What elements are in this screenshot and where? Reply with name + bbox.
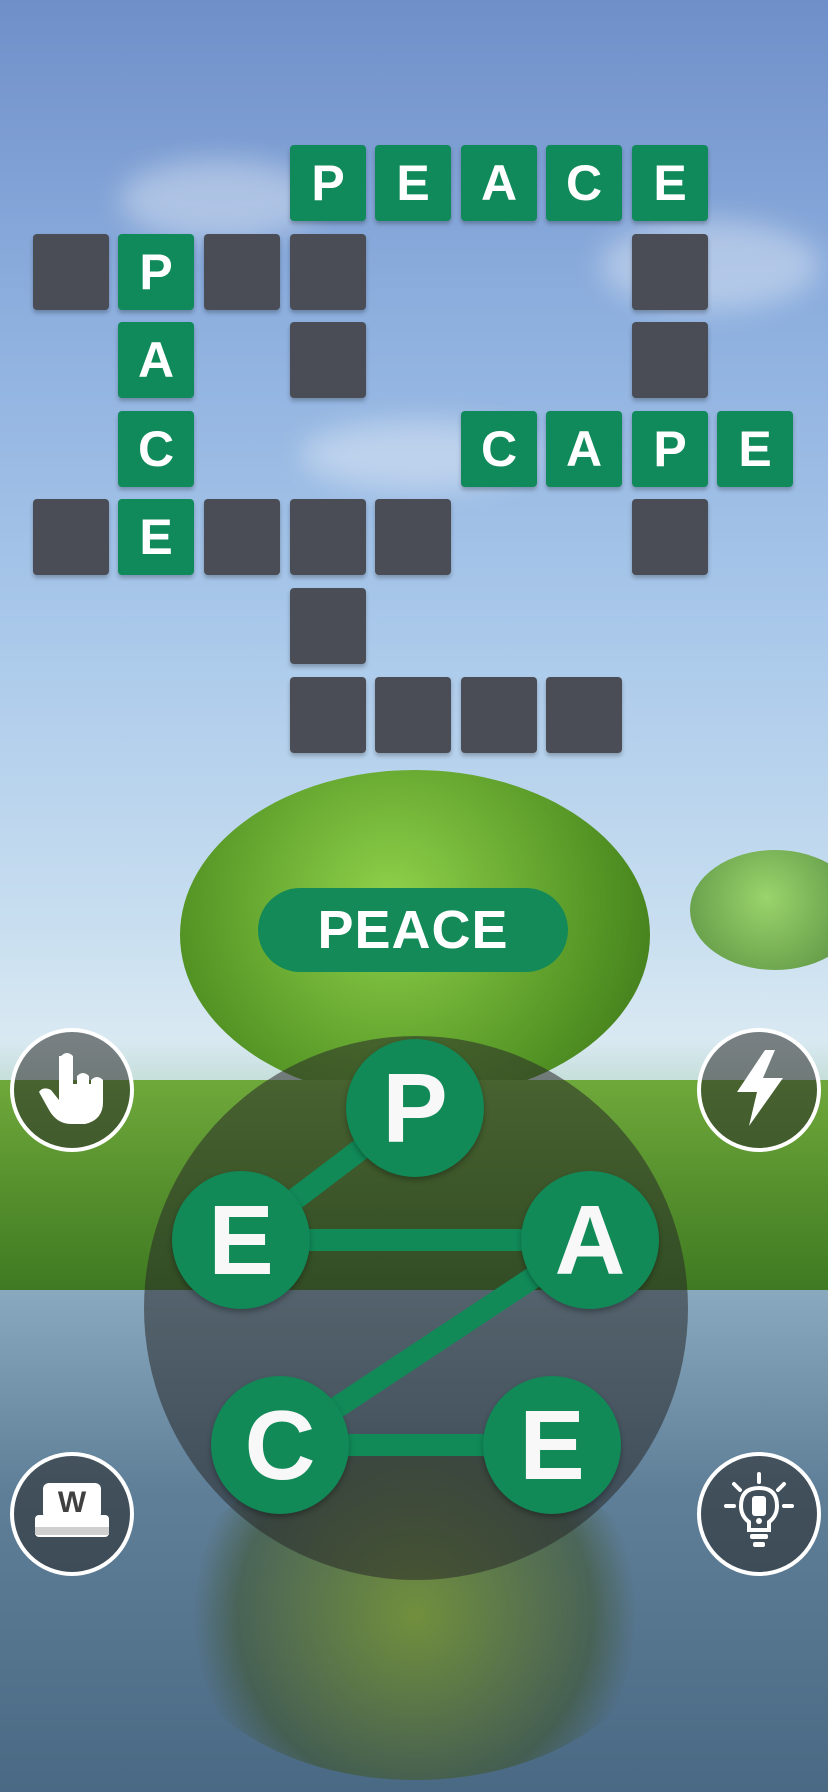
board-cell-empty xyxy=(632,499,708,575)
board-cell-empty xyxy=(204,234,280,310)
board-cell-empty xyxy=(375,499,451,575)
lightning-button[interactable] xyxy=(697,1028,821,1152)
board-cell-filled: E xyxy=(375,145,451,221)
hand-pointer-icon xyxy=(37,1050,107,1131)
current-word-preview: PEACE xyxy=(258,888,568,972)
board-cell-filled: A xyxy=(461,145,537,221)
board-cell-filled: P xyxy=(632,411,708,487)
board-cell-empty xyxy=(204,499,280,575)
board-cell-empty xyxy=(290,322,366,398)
wheel-letter-e-left[interactable]: E xyxy=(172,1171,310,1309)
svg-text:W: W xyxy=(58,1486,87,1519)
board-cell-empty xyxy=(290,234,366,310)
board-cell-filled: C xyxy=(461,411,537,487)
board-cell-filled: E xyxy=(632,145,708,221)
board-cell-empty xyxy=(290,677,366,753)
wheel-letter-a[interactable]: A xyxy=(521,1171,659,1309)
board-cell-filled: P xyxy=(290,145,366,221)
board-cell-filled: C xyxy=(546,145,622,221)
dictionary-button[interactable]: W xyxy=(10,1452,134,1576)
lightbulb-icon xyxy=(724,1471,794,1557)
board-cell-empty xyxy=(546,677,622,753)
board-cell-empty xyxy=(632,234,708,310)
board-cell-empty xyxy=(632,322,708,398)
hand-button[interactable] xyxy=(10,1028,134,1152)
wheel-letter-p[interactable]: P xyxy=(346,1039,484,1177)
lightning-icon xyxy=(731,1049,787,1131)
board-cell-filled: A xyxy=(546,411,622,487)
wheel-letter-e-right[interactable]: E xyxy=(483,1376,621,1514)
board-cell-filled: P xyxy=(118,234,194,310)
board-cell-empty xyxy=(461,677,537,753)
hint-button[interactable] xyxy=(697,1452,821,1576)
board-cell-filled: A xyxy=(118,322,194,398)
board-cell-empty xyxy=(375,677,451,753)
board-cell-empty xyxy=(290,499,366,575)
branch-leaves xyxy=(690,850,828,970)
wheel-letter-c[interactable]: C xyxy=(211,1376,349,1514)
dictionary-w-icon: W xyxy=(31,1477,113,1552)
board-cell-filled: E xyxy=(118,499,194,575)
board-cell-filled: E xyxy=(717,411,793,487)
board-cell-empty xyxy=(33,499,109,575)
crossword-board: P E A C E P A C C A P E E xyxy=(0,0,828,760)
board-cell-empty xyxy=(33,234,109,310)
board-cell-empty xyxy=(290,588,366,664)
board-cell-filled: C xyxy=(118,411,194,487)
